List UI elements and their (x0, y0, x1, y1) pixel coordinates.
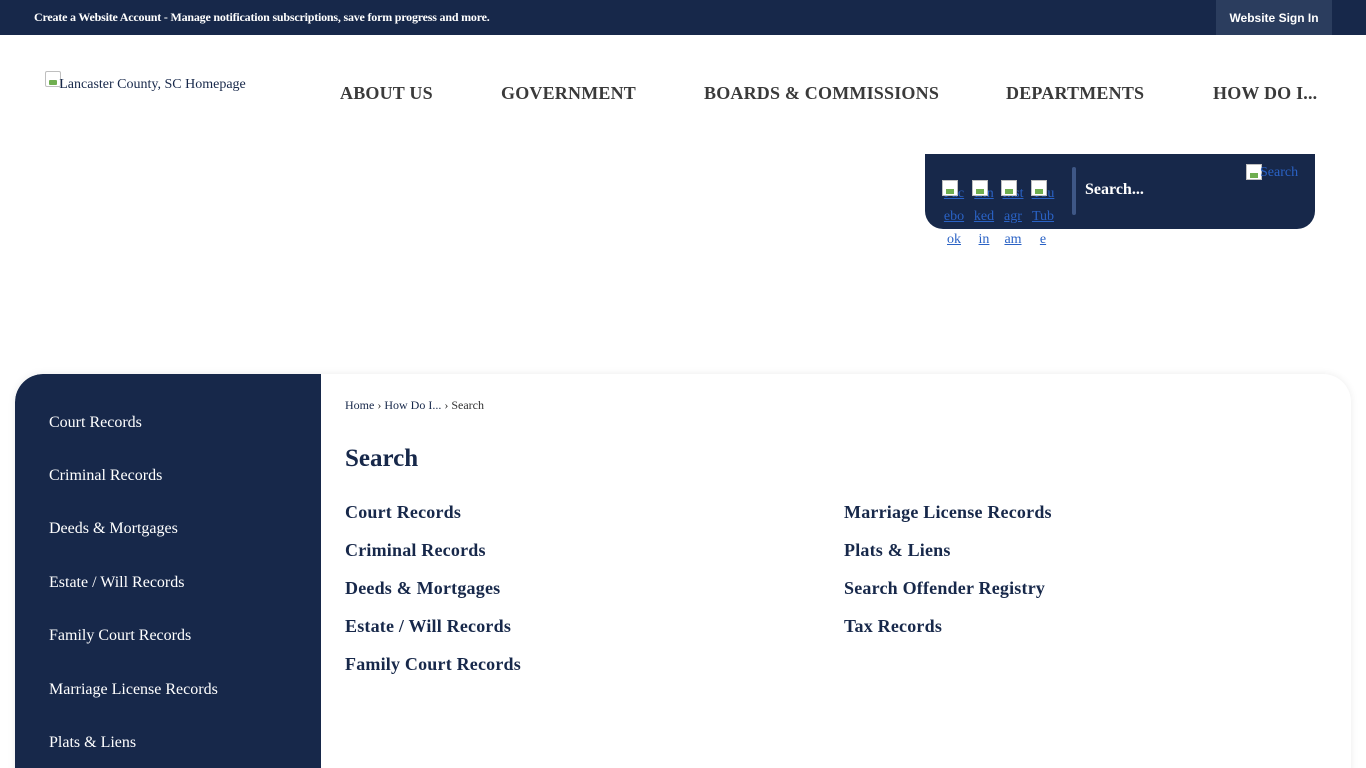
content-panel: Court Records Criminal Records Deeds & M… (15, 374, 1351, 768)
breadcrumb-how-do-i[interactable]: How Do I... (384, 398, 441, 412)
breadcrumb-separator: › (444, 398, 449, 412)
search-divider (1072, 167, 1076, 215)
link-deeds-mortgages[interactable]: Deeds & Mortgages (345, 578, 500, 599)
instagram-icon (1001, 180, 1017, 196)
link-estate-will-records[interactable]: Estate / Will Records (345, 616, 511, 637)
link-court-records[interactable]: Court Records (345, 502, 461, 523)
linkedin-link[interactable]: Linkedin (972, 180, 996, 251)
breadcrumb: Home › How Do I... › Search (345, 398, 484, 413)
sidebar-item-deeds-mortgages[interactable]: Deeds & Mortgages (49, 520, 178, 538)
sidebar: Court Records Criminal Records Deeds & M… (15, 374, 321, 768)
nav-how-do-i[interactable]: HOW DO I... (1213, 83, 1317, 104)
sidebar-item-family-court-records[interactable]: Family Court Records (49, 627, 191, 645)
nav-government[interactable]: GOVERNMENT (501, 83, 636, 104)
website-sign-in-button[interactable]: Website Sign In (1216, 0, 1332, 35)
top-utility-bar: Create a Website Account - Manage notifi… (0, 0, 1366, 35)
nav-departments[interactable]: DEPARTMENTS (1006, 83, 1144, 104)
sidebar-item-plats-liens[interactable]: Plats & Liens (49, 734, 136, 752)
main-navigation: ABOUT US GOVERNMENT BOARDS & COMMISSIONS… (0, 83, 1366, 107)
create-account-link[interactable]: Create a Website Account - Manage notifi… (34, 10, 490, 25)
sidebar-item-estate-will-records[interactable]: Estate / Will Records (49, 574, 184, 592)
breadcrumb-separator: › (377, 398, 382, 412)
nav-boards-commissions[interactable]: BOARDS & COMMISSIONS (704, 83, 939, 104)
linkedin-icon (972, 180, 988, 196)
breadcrumb-current: Search (451, 398, 484, 412)
link-family-court-records[interactable]: Family Court Records (345, 654, 521, 675)
link-search-offender-registry[interactable]: Search Offender Registry (844, 578, 1045, 599)
link-plats-liens[interactable]: Plats & Liens (844, 540, 951, 561)
link-marriage-license-records[interactable]: Marriage License Records (844, 502, 1052, 523)
search-button-alt: Search (1260, 165, 1299, 180)
sidebar-item-marriage-license-records[interactable]: Marriage License Records (49, 681, 218, 699)
youtube-link[interactable]: YouTube (1031, 180, 1055, 251)
search-social-box: Facebook Linkedin Instagram YouTube Sear… (925, 154, 1315, 247)
search-button[interactable]: Search (1246, 164, 1306, 186)
breadcrumb-home[interactable]: Home (345, 398, 374, 412)
page-title: Search (345, 445, 419, 472)
link-tax-records[interactable]: Tax Records (844, 616, 942, 637)
facebook-link[interactable]: Facebook (942, 180, 966, 251)
search-input[interactable] (1085, 176, 1235, 204)
sidebar-item-court-records[interactable]: Court Records (49, 414, 142, 432)
instagram-link[interactable]: Instagram (1001, 180, 1025, 251)
link-criminal-records[interactable]: Criminal Records (345, 540, 486, 561)
youtube-icon (1031, 180, 1047, 196)
nav-about-us[interactable]: ABOUT US (340, 83, 433, 104)
sidebar-item-criminal-records[interactable]: Criminal Records (49, 467, 162, 485)
facebook-icon (942, 180, 958, 196)
